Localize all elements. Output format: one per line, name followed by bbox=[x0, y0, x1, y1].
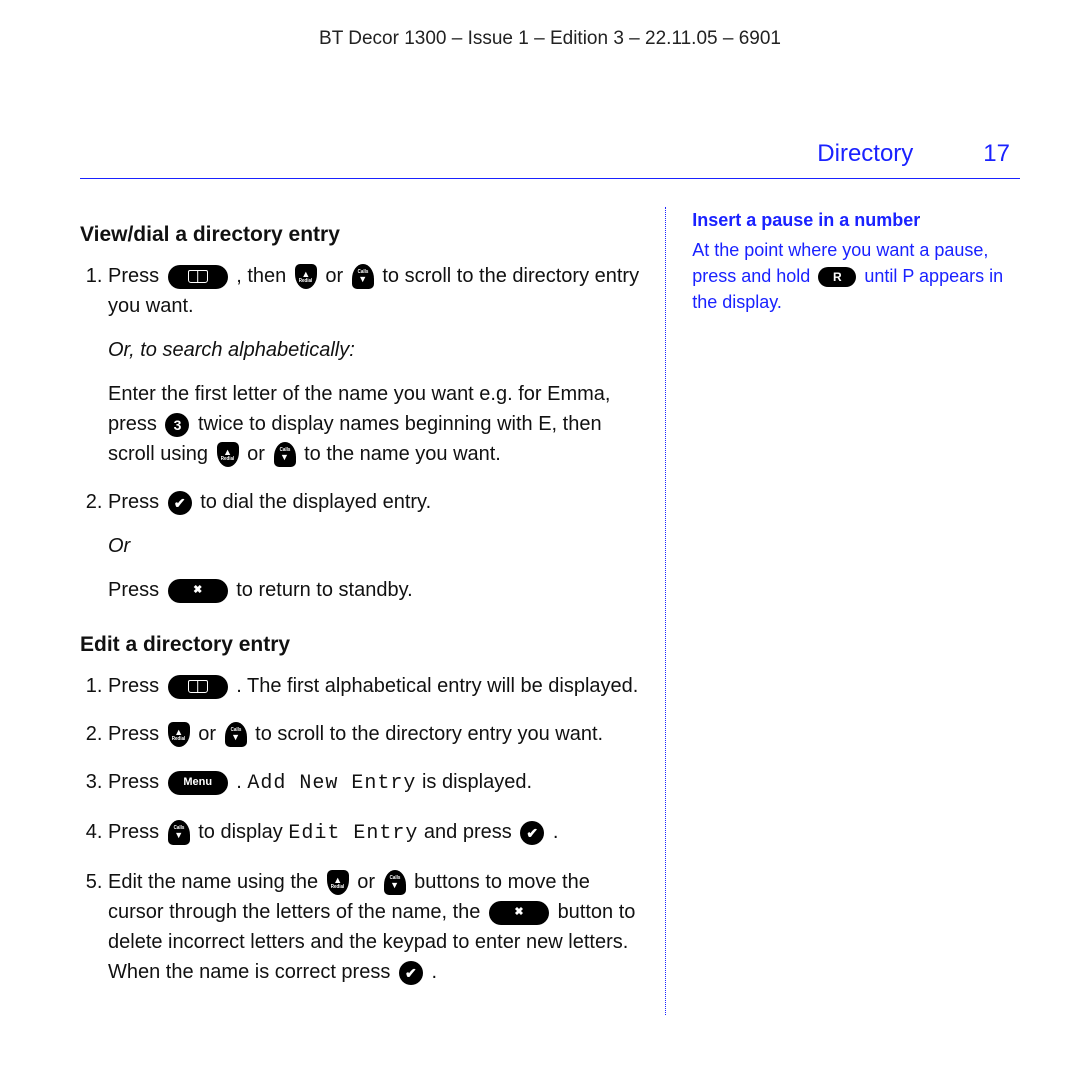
heading-view-dial: View/dial a directory entry bbox=[80, 223, 639, 247]
step: Press ▲Redial or Calls▼ to scroll to the… bbox=[108, 719, 639, 749]
page-number: 17 bbox=[983, 140, 1010, 168]
search-alpha-label: Or, to search alphabetically: bbox=[108, 335, 639, 365]
redial-up-icon: ▲Redial bbox=[327, 870, 349, 895]
step: Edit the name using the ▲Redial or Calls… bbox=[108, 867, 639, 987]
document-header: BT Decor 1300 – Issue 1 – Edition 3 – 22… bbox=[80, 28, 1020, 50]
header-rule bbox=[80, 178, 1020, 179]
calls-down-icon: Calls▼ bbox=[225, 722, 247, 747]
step: Press ✔ to dial the displayed entry. Or … bbox=[108, 487, 639, 605]
keypad-3-icon: 3 bbox=[165, 413, 189, 437]
directory-button-icon bbox=[168, 675, 228, 699]
menu-button-icon: Menu bbox=[168, 771, 228, 795]
sidebar-title: Insert a pause in a number bbox=[692, 207, 1020, 233]
step: Press , then ▲Redial or Calls▼ to scroll… bbox=[108, 261, 639, 469]
redial-up-icon: ▲Redial bbox=[217, 442, 239, 467]
ok-check-icon: ✔ bbox=[520, 821, 544, 845]
view-dial-steps: Press , then ▲Redial or Calls▼ to scroll… bbox=[80, 261, 639, 605]
r-button-icon: R bbox=[818, 267, 856, 287]
ok-check-icon: ✔ bbox=[168, 491, 192, 515]
step: Press Calls▼ to display Edit Entry and p… bbox=[108, 817, 639, 849]
calls-down-icon: Calls▼ bbox=[274, 442, 296, 467]
directory-button-icon bbox=[168, 265, 228, 289]
lcd-text: Add New Entry bbox=[247, 772, 416, 795]
or-label: Or bbox=[108, 531, 639, 561]
redial-up-icon: ▲Redial bbox=[295, 264, 317, 289]
section-header: Directory 17 bbox=[80, 140, 1010, 168]
sidebar-body: At the point where you want a pause, pre… bbox=[692, 237, 1020, 315]
lcd-text: Edit Entry bbox=[288, 822, 418, 845]
cancel-x-icon: ✖ bbox=[168, 579, 228, 603]
main-column: View/dial a directory entry Press , then… bbox=[80, 207, 666, 1015]
section-title: Directory bbox=[817, 140, 913, 168]
step: Press Menu . Add New Entry is displayed. bbox=[108, 767, 639, 799]
sidebar-note: Insert a pause in a number At the point … bbox=[666, 207, 1020, 1015]
search-alpha-body: Enter the first letter of the name you w… bbox=[108, 379, 639, 469]
calls-down-icon: Calls▼ bbox=[352, 264, 374, 289]
or-body: Press ✖ to return to standby. bbox=[108, 575, 639, 605]
heading-edit: Edit a directory entry bbox=[80, 633, 639, 657]
calls-down-icon: Calls▼ bbox=[168, 820, 190, 845]
edit-steps: Press . The first alphabetical entry wil… bbox=[80, 671, 639, 987]
step: Press . The first alphabetical entry wil… bbox=[108, 671, 639, 701]
calls-down-icon: Calls▼ bbox=[384, 870, 406, 895]
redial-up-icon: ▲Redial bbox=[168, 722, 190, 747]
ok-check-icon: ✔ bbox=[399, 961, 423, 985]
cancel-x-icon: ✖ bbox=[489, 901, 549, 925]
